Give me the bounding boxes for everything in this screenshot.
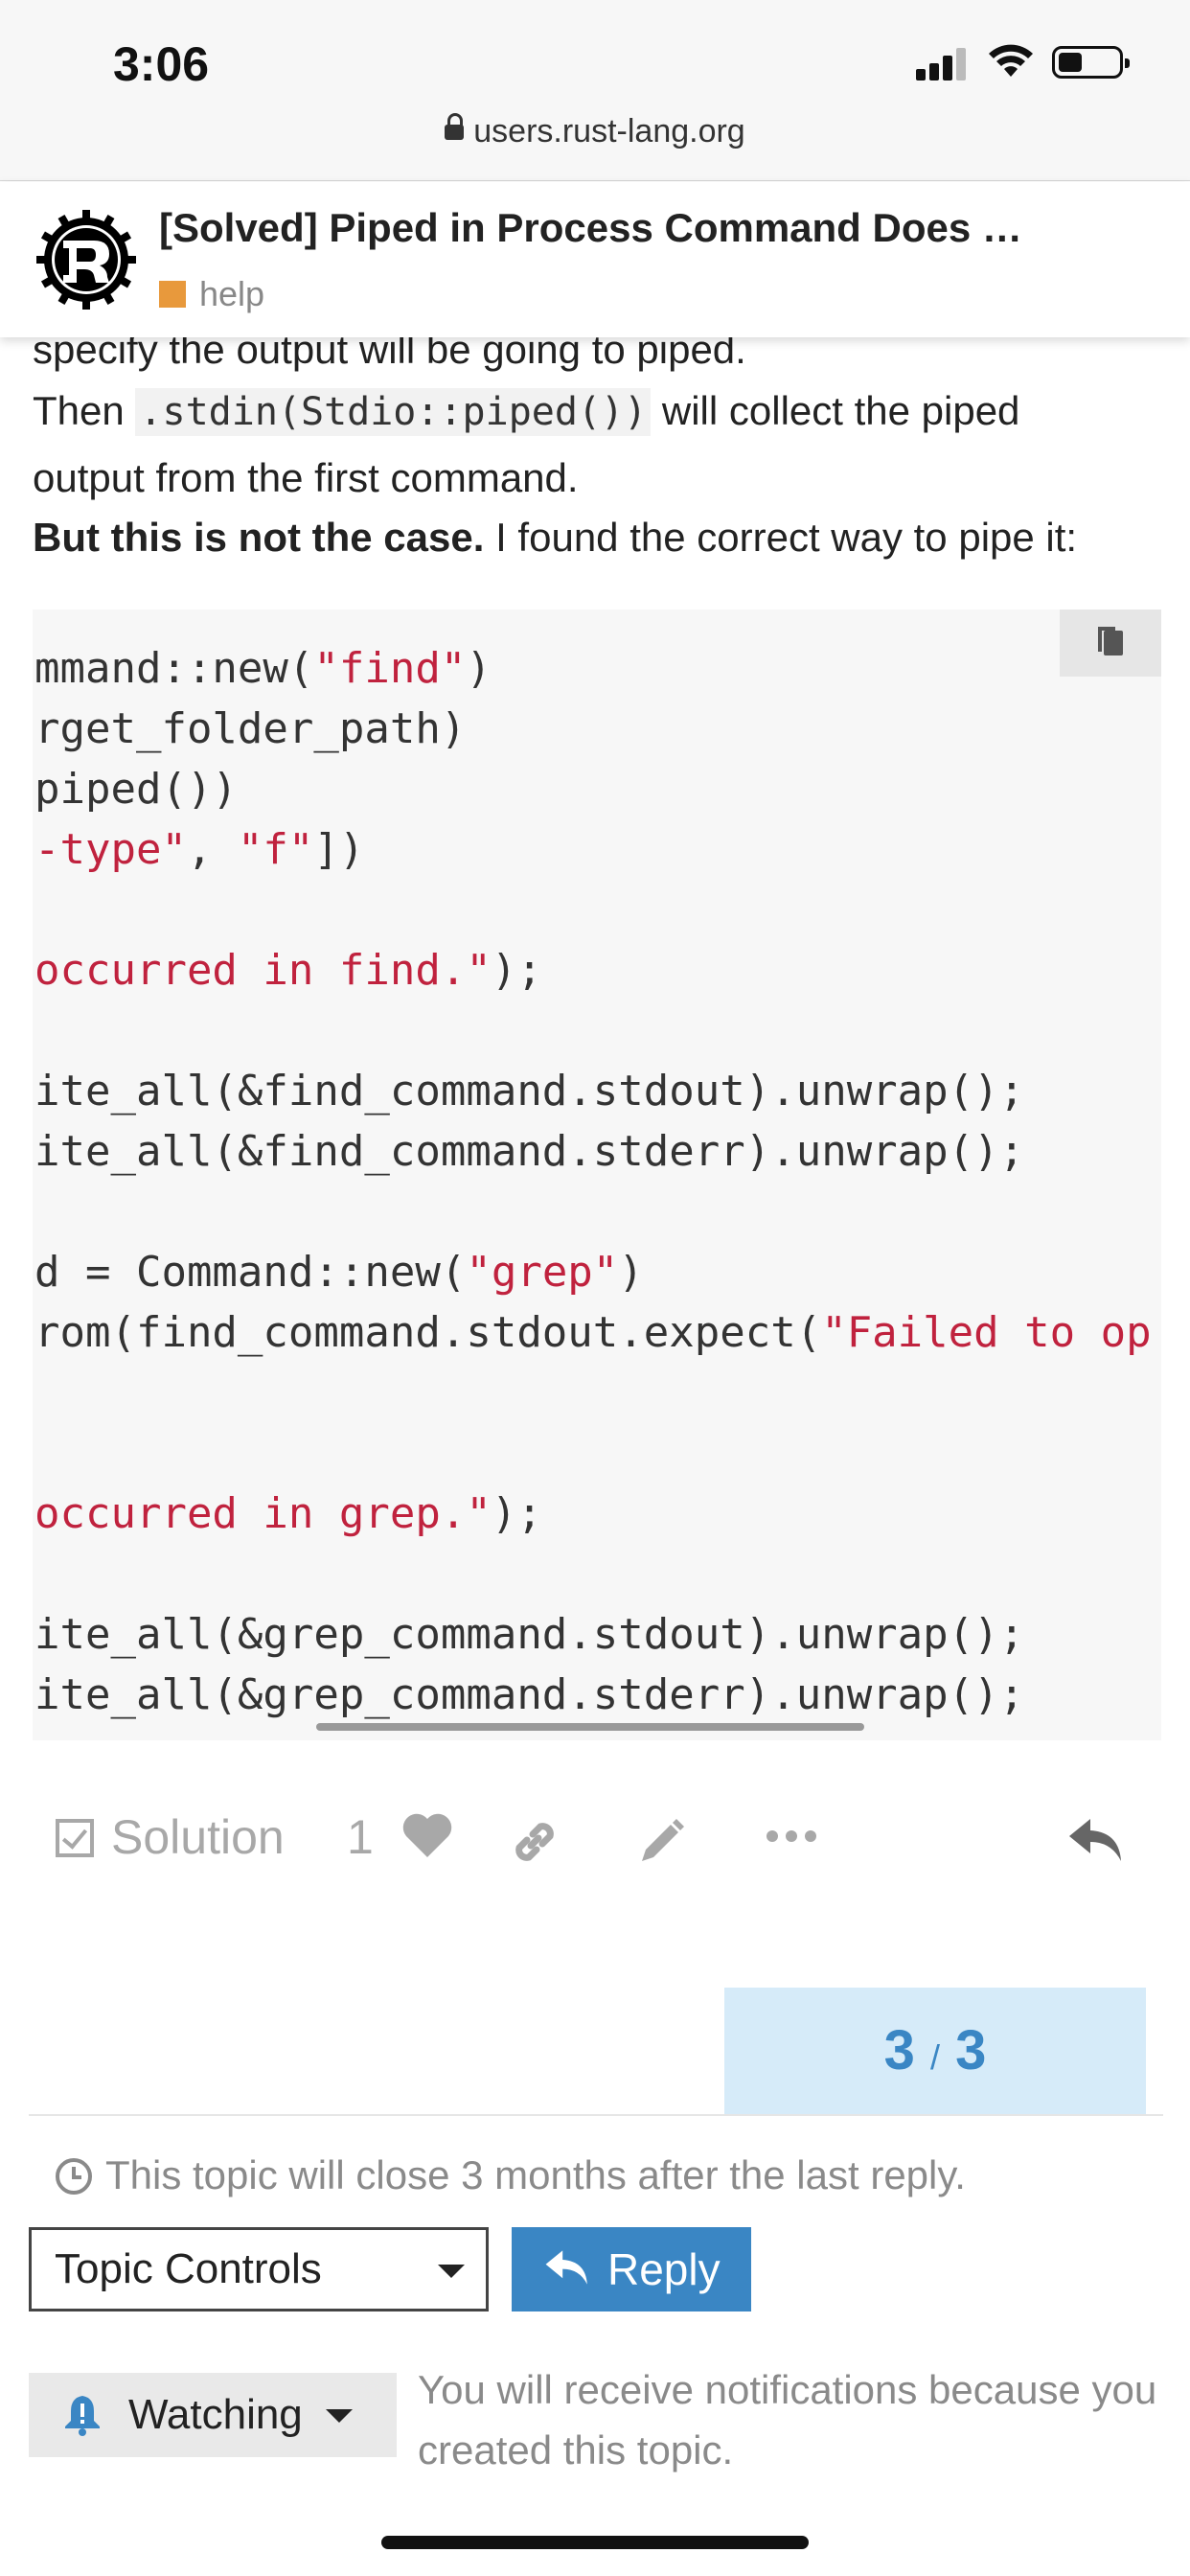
code-token: ) [618,1248,644,1297]
more-icon[interactable] [765,1827,818,1846]
code-line: piped()) [34,759,1152,819]
watching-label: Watching [128,2391,303,2438]
post-actions: Solution 1 [0,1798,1190,1874]
post-text-line: But this is not the case. I found the co… [33,514,1163,562]
caret-down-icon [326,2409,353,2423]
url-text: users.rust-lang.org [473,113,745,150]
inline-code: .stdin(Stdio::piped()) [135,388,652,436]
reply-icon [545,2250,587,2285]
code-line: ite_all(&find_command.stdout).unwrap(); [34,1061,1152,1121]
solution-label: Solution [111,1810,285,1864]
category-color-swatch [159,281,186,308]
divider [29,2114,1163,2116]
signal-icon [916,46,970,80]
reply-arrow-icon[interactable] [1067,1815,1125,1865]
topic-title[interactable]: [Solved] Piped in Process Command Does … [159,205,1156,251]
code-string: occurred in find." [34,946,492,995]
code-string: "find" [313,644,467,693]
post-text-line: Then .stdin(Stdio::piped()) will collect… [33,387,1163,436]
topic-controls-label: Topic Controls [55,2245,322,2292]
horizontal-scrollbar[interactable] [316,1723,864,1731]
post-text-line: output from the first command. [33,455,579,500]
text-fragment: will collect the piped [651,388,1020,433]
progress-current: 3 [883,2019,915,2082]
code-line: occurred in find."); [34,940,1152,1000]
code-string: occurred in grep." [34,1489,492,1538]
code-line: mmand::new("find") [34,638,1152,699]
code-line: -type", "f"]) [34,819,1152,880]
progress-total: 3 [955,2019,987,2082]
status-bar: 3:06 users.rust-lang.org [0,0,1190,181]
code-token: ite_all(&find_command.stdout).unwrap(); [34,1067,1025,1116]
reply-button[interactable]: Reply [512,2227,751,2312]
code-line: ite_all(&find_command.stderr).unwrap(); [34,1121,1152,1182]
rust-logo[interactable] [33,206,140,313]
pencil-icon[interactable] [634,1815,688,1869]
code-line: ite_all(&grep_command.stdout).unwrap(); [34,1604,1152,1665]
code-line: occurred in grep."); [34,1484,1152,1544]
bold-text: But this is not the case. [33,515,485,560]
code-block[interactable]: mmand::new("find") rget_folder_path) piped… [33,610,1161,1740]
code-token: ite_all(&grep_command.stderr).unwrap(); [34,1670,1025,1719]
code-token: , [186,825,238,874]
copy-icon [1098,627,1123,656]
code-line: rom(find_command.stdout.expect("Failed t… [34,1302,1152,1363]
code-token: ite_all(&find_command.stderr).unwrap(); [34,1127,1025,1176]
code-line: ite_all(&grep_command.stderr).unwrap(); [34,1665,1152,1725]
code-token: mmand::new( [34,644,314,693]
address-bar[interactable]: users.rust-lang.org [0,113,1190,150]
copy-code-button[interactable] [1060,610,1161,677]
category-label: help [199,274,265,313]
topic-close-notice: This topic will close 3 months after the… [56,2152,966,2198]
checkbox-icon [56,1819,94,1857]
status-time: 3:06 [113,37,210,91]
code-token: ); [491,1489,542,1538]
code-string: "f" [237,825,314,874]
code-string: "grep" [466,1248,619,1297]
heart-icon [402,1813,451,1857]
notification-reason: You will receive notifications because y… [418,2367,1157,2472]
code-token: ite_all(&grep_command.stdout).unwrap(); [34,1610,1025,1659]
notification-level-button[interactable]: Watching [29,2373,397,2457]
code-string: -type" [34,825,187,874]
link-icon[interactable] [508,1815,561,1869]
battery-icon [1052,46,1130,79]
topic-progress[interactable]: 3 / 3 [724,1988,1146,2114]
caret-down-icon [438,2265,465,2278]
code-token: ); [491,946,542,995]
close-note-text: This topic will close 3 months after the… [105,2152,966,2197]
category-badge[interactable]: help [159,274,264,314]
like-button[interactable]: 1 [347,1809,454,1865]
home-indicator[interactable] [381,2536,809,2549]
code-token: ) [466,644,492,693]
like-count: 1 [347,1810,374,1864]
bell-icon [65,2396,100,2436]
code-string: "Failed to op [821,1308,1152,1357]
text-fragment: I found the correct way to pipe it: [484,515,1078,560]
reply-label: Reply [607,2244,721,2294]
code-token: d = Command::new( [34,1248,467,1297]
solution-button[interactable]: Solution [56,1809,285,1865]
topic-controls-dropdown[interactable]: Topic Controls [29,2227,489,2312]
lock-icon [445,113,465,140]
code-lines: mmand::new("find") rget_folder_path) piped… [34,638,1152,1725]
code-token: ]) [313,825,365,874]
wifi-icon [989,44,1033,77]
clock-icon [56,2158,92,2195]
code-token: rget_folder_path) [34,704,467,753]
code-token: rom(find_command.stdout.expect( [34,1308,822,1357]
topic-header: [Solved] Piped in Process Command Does …… [0,182,1190,337]
code-line: d = Command::new("grep") [34,1242,1152,1302]
code-token: piped()) [34,765,238,814]
progress-separator: / [929,2037,940,2077]
code-line: rget_folder_path) [34,699,1152,759]
text-fragment: Then [33,388,136,433]
